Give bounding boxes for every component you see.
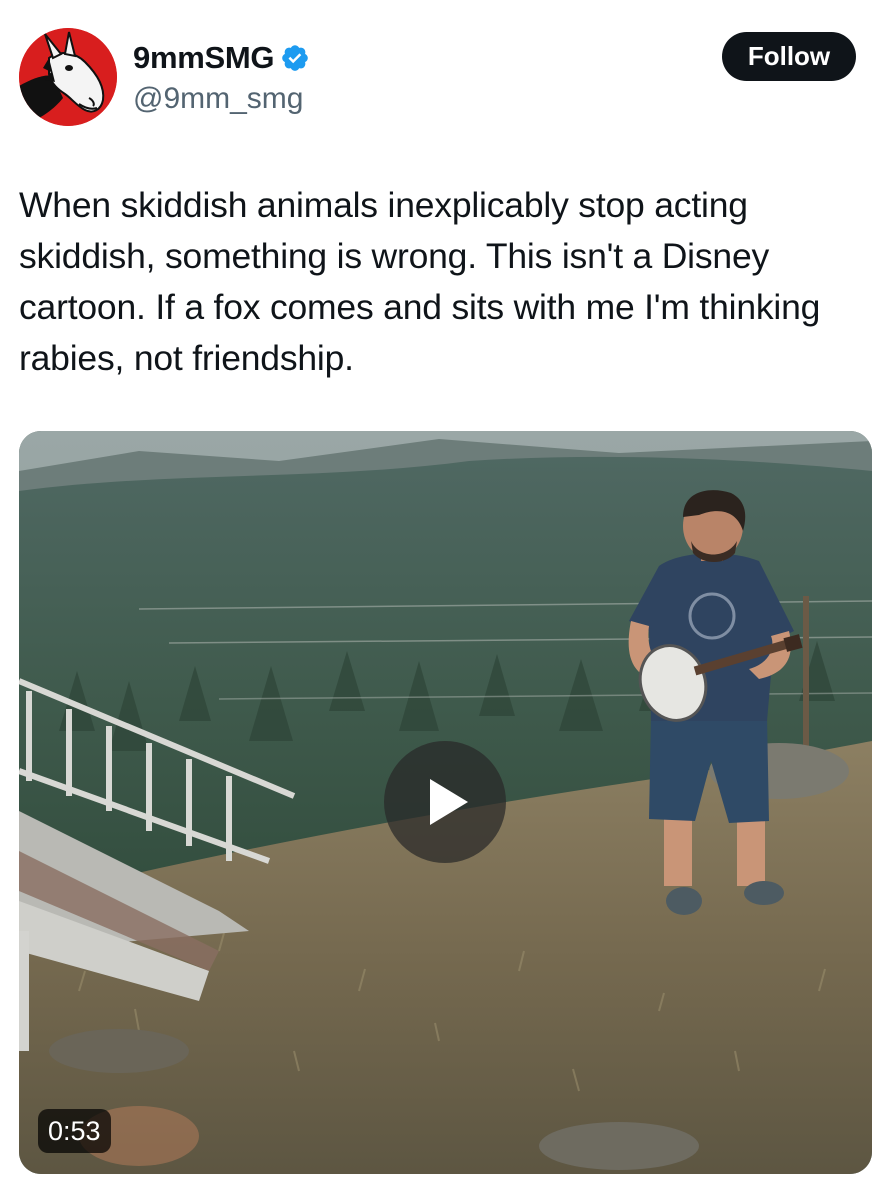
avatar[interactable]	[19, 28, 117, 126]
video-player[interactable]: 0:53	[19, 431, 872, 1174]
author-identity: 9mmSMG @9mm_smg	[133, 36, 310, 116]
play-icon	[430, 779, 468, 825]
verified-badge-icon	[280, 43, 310, 73]
name-row: 9mmSMG	[133, 36, 310, 80]
tweet-text: When skiddish animals inexplicably stop …	[19, 185, 821, 378]
author-handle[interactable]: @9mm_smg	[133, 82, 310, 116]
follow-button[interactable]: Follow	[722, 32, 856, 81]
tweet-card: 9mmSMG @9mm_smg Follow When skiddish ani…	[0, 0, 891, 1200]
donkey-mascot-icon	[19, 28, 117, 126]
play-button[interactable]	[384, 741, 506, 863]
video-duration-badge: 0:53	[38, 1109, 111, 1153]
display-name[interactable]: 9mmSMG	[133, 40, 274, 76]
